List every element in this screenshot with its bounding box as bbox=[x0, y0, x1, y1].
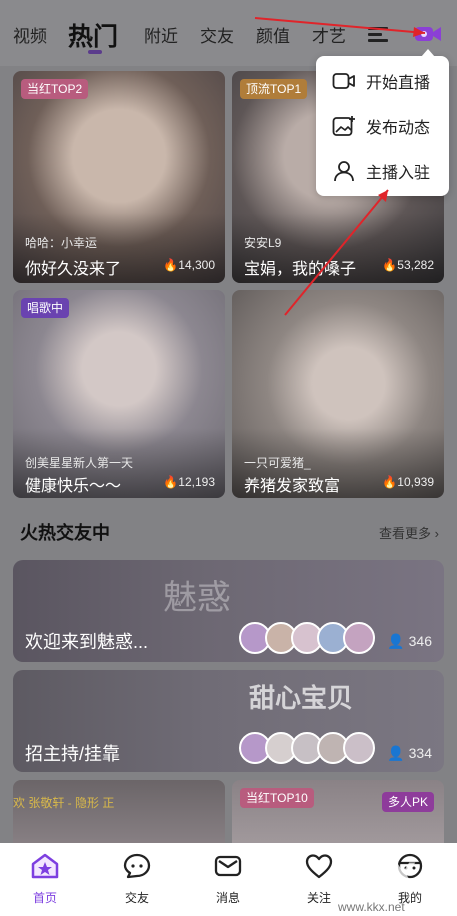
annotation-arrows bbox=[254, 17, 426, 316]
watermark-url: www.kkx.net bbox=[338, 900, 405, 914]
